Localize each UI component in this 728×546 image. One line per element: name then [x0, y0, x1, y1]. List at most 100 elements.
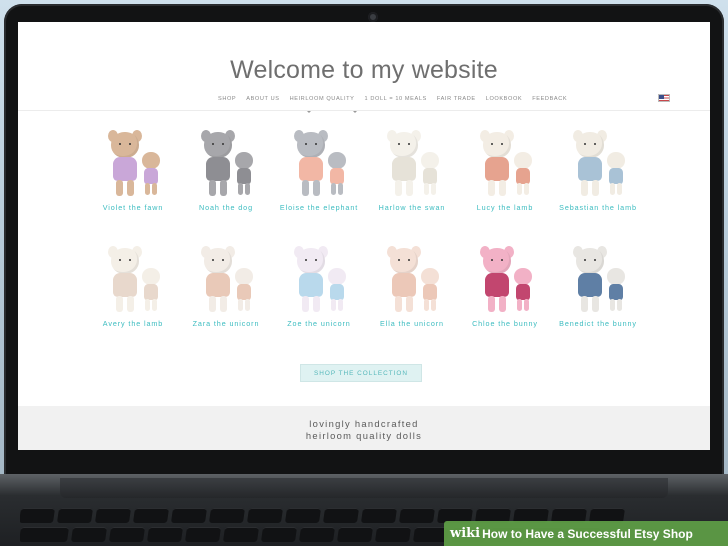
- small-doll-body: [516, 168, 530, 184]
- key: [360, 508, 398, 523]
- key: [146, 527, 184, 542]
- key: [108, 527, 146, 542]
- small-doll-leg: [424, 183, 429, 195]
- product-card[interactable]: Chloe the bunny: [460, 236, 550, 346]
- doll-eye: [594, 259, 596, 261]
- product-name[interactable]: Chloe the bunny: [464, 320, 546, 328]
- product-card[interactable]: Zara the unicorn: [181, 236, 271, 346]
- nav-item-heirloom-quality[interactable]: HEIRLOOM QUALITY: [290, 96, 355, 102]
- doll-image[interactable]: [191, 120, 261, 200]
- small-doll-leg: [424, 299, 429, 311]
- doll-leg: [499, 180, 506, 196]
- doll-body: [299, 157, 323, 181]
- key: [284, 508, 322, 523]
- small-doll-body: [609, 284, 623, 300]
- doll-image[interactable]: [191, 236, 261, 316]
- product-name[interactable]: Noah the dog: [185, 204, 267, 212]
- nav-item-lookbook[interactable]: LOOKBOOK: [486, 96, 523, 102]
- doll-head: [483, 132, 511, 158]
- key: [246, 508, 284, 523]
- small-doll-body: [144, 168, 158, 184]
- doll-leg: [209, 296, 216, 312]
- doll-image[interactable]: [563, 236, 633, 316]
- small-doll-head: [514, 268, 532, 285]
- product-grid: Violet the fawn Noah the dog Eloise the el…: [88, 120, 648, 346]
- product-card[interactable]: Zoe the unicorn: [274, 236, 364, 346]
- doll-head: [483, 248, 511, 274]
- small-doll-leg: [338, 183, 343, 195]
- doll-leg: [313, 180, 320, 196]
- laptop-hinge: [60, 478, 668, 498]
- nav-item-about-us[interactable]: ABOUT US: [246, 96, 279, 102]
- doll-image[interactable]: [470, 236, 540, 316]
- small-doll-head: [235, 152, 253, 169]
- small-doll-leg: [524, 299, 529, 311]
- small-doll-leg: [610, 183, 615, 195]
- doll-image[interactable]: [284, 236, 354, 316]
- small-doll-body: [237, 284, 251, 300]
- nav-divider: [18, 110, 710, 111]
- key: [260, 527, 298, 542]
- nav-item-doll-meals[interactable]: 1 DOLL = 10 MEALS: [365, 96, 427, 102]
- key: [208, 508, 246, 523]
- doll-body: [113, 157, 137, 181]
- key: [374, 527, 412, 542]
- key: [20, 527, 70, 542]
- doll-image[interactable]: [470, 120, 540, 200]
- doll-image[interactable]: [563, 120, 633, 200]
- product-card[interactable]: Sebastian the lamb: [553, 120, 643, 230]
- doll-eye: [212, 259, 214, 261]
- doll-eye: [491, 143, 493, 145]
- nav-item-shop[interactable]: SHOP: [218, 96, 236, 102]
- nav-item-fair-trade[interactable]: FAIR TRADE: [437, 96, 476, 102]
- doll-image[interactable]: [377, 120, 447, 200]
- wikihow-logo: wiki: [450, 526, 481, 541]
- doll-image[interactable]: [98, 120, 168, 200]
- doll-leg: [302, 296, 309, 312]
- product-name[interactable]: Lucy the lamb: [464, 204, 546, 212]
- us-flag-icon[interactable]: [658, 94, 670, 102]
- product-card[interactable]: Benedict the bunny: [553, 236, 643, 346]
- product-card[interactable]: Noah the dog: [181, 120, 271, 230]
- doll-leg: [220, 180, 227, 196]
- doll-leg: [592, 296, 599, 312]
- doll-body: [578, 157, 602, 181]
- small-doll-leg: [517, 299, 522, 311]
- product-name[interactable]: Violet the fawn: [92, 204, 174, 212]
- wikihow-banner: wiki How to Have a Successful Etsy Shop: [444, 521, 728, 546]
- doll-leg: [406, 180, 413, 196]
- nav-item-feedback[interactable]: FEEDBACK: [532, 96, 567, 102]
- doll-body: [485, 157, 509, 181]
- small-doll-head: [142, 268, 160, 285]
- doll-image[interactable]: [377, 236, 447, 316]
- product-name[interactable]: Zoe the unicorn: [278, 320, 360, 328]
- doll-eye: [315, 143, 317, 145]
- shop-collection-button[interactable]: SHOP THE COLLECTION: [300, 364, 422, 382]
- doll-head: [204, 248, 232, 274]
- tagline-line-2: heirloom quality dolls: [305, 430, 423, 441]
- doll-image[interactable]: [284, 120, 354, 200]
- small-doll-leg: [152, 299, 157, 311]
- product-name[interactable]: Eloise the elephant: [278, 204, 360, 212]
- product-card[interactable]: Eloise the elephant: [274, 120, 364, 230]
- doll-body: [206, 273, 230, 297]
- doll-image[interactable]: [98, 236, 168, 316]
- product-card[interactable]: Ella the unicorn: [367, 236, 457, 346]
- product-name[interactable]: Sebastian the lamb: [557, 204, 639, 212]
- product-card[interactable]: Violet the fawn: [88, 120, 178, 230]
- product-card[interactable]: Harlow the swan: [367, 120, 457, 230]
- product-card[interactable]: Avery the lamb: [88, 236, 178, 346]
- product-name[interactable]: Benedict the bunny: [557, 320, 639, 328]
- doll-eye: [398, 259, 400, 261]
- product-name[interactable]: Harlow the swan: [371, 204, 453, 212]
- doll-leg: [127, 180, 134, 196]
- product-name[interactable]: Zara the unicorn: [185, 320, 267, 328]
- small-doll-body: [330, 284, 344, 300]
- doll-head: [111, 248, 139, 274]
- product-name[interactable]: Avery the lamb: [92, 320, 174, 328]
- banner-title: How to Have a Successful Etsy Shop: [482, 526, 693, 541]
- product-card[interactable]: Lucy the lamb: [460, 120, 550, 230]
- key: [56, 508, 94, 523]
- product-name[interactable]: Ella the unicorn: [371, 320, 453, 328]
- doll-leg: [581, 296, 588, 312]
